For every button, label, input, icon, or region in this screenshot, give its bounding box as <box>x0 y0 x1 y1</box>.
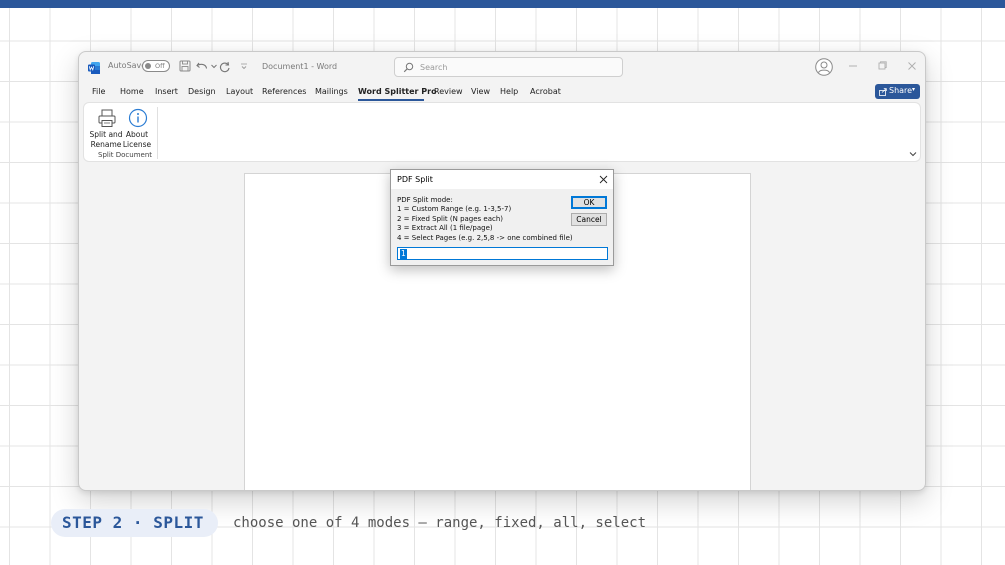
tab-word-splitter-pro[interactable]: Word Splitter Pro <box>358 87 437 96</box>
minimize-icon[interactable] <box>847 60 859 72</box>
collapse-ribbon-icon[interactable] <box>908 150 918 158</box>
autosave-toggle[interactable]: Off <box>142 60 170 72</box>
info-icon <box>128 108 148 128</box>
prompt-line: 4 = Select Pages (e.g. 2,5,8 -> one comb… <box>397 233 573 242</box>
user-avatar-icon[interactable] <box>815 58 833 76</box>
tab-review[interactable]: Review <box>434 87 463 96</box>
tab-mailings[interactable]: Mailings <box>315 87 348 96</box>
mode-input-value: 1 <box>400 249 407 259</box>
tab-home[interactable]: Home <box>120 87 144 96</box>
restore-icon[interactable] <box>876 60 888 72</box>
tab-design[interactable]: Design <box>188 87 216 96</box>
word-window: AutoSave Off Document1 - Word Search Fil… <box>78 51 926 491</box>
close-icon[interactable] <box>906 60 918 72</box>
ribbon-panel: Split and Rename About License Split Doc… <box>83 102 921 162</box>
tab-acrobat[interactable]: Acrobat <box>530 87 561 96</box>
chevron-down-icon: ▾ <box>912 86 916 93</box>
toggle-knob <box>145 63 151 69</box>
redo-icon[interactable] <box>218 59 232 73</box>
share-button[interactable]: Share ▾ <box>875 84 920 99</box>
prompt-line: 2 = Fixed Split (N pages each) <box>397 214 504 223</box>
mode-input[interactable]: 1 <box>397 247 608 260</box>
step-description: choose one of 4 modes — range, fixed, al… <box>233 515 647 531</box>
search-placeholder: Search <box>420 63 448 72</box>
about-license-button[interactable]: About License <box>120 106 154 149</box>
active-tab-indicator <box>358 99 424 101</box>
tab-insert[interactable]: Insert <box>155 87 178 96</box>
prompt-line: 3 = Extract All (1 file/page) <box>397 224 493 233</box>
tab-view[interactable]: View <box>471 87 490 96</box>
top-accent-band <box>0 0 1005 8</box>
tab-references[interactable]: References <box>262 87 306 96</box>
autosave-label: AutoSave <box>108 61 147 70</box>
split-and-rename-label: Split and Rename <box>89 130 123 149</box>
cancel-button[interactable]: Cancel <box>571 213 607 226</box>
ribbon-group-label: Split Document <box>98 151 153 159</box>
ribbon-tabs: File Home Insert Design Layout Reference… <box>79 82 925 102</box>
word-logo-icon <box>88 62 100 74</box>
save-icon[interactable] <box>178 59 192 73</box>
tab-layout[interactable]: Layout <box>226 87 253 96</box>
share-icon <box>879 88 887 96</box>
close-icon[interactable] <box>598 174 609 185</box>
autosave-state: Off <box>155 62 165 70</box>
step-badge: STEP 2 · SPLIT <box>51 509 218 537</box>
dialog-prompt: PDF Split mode: 1 = Custom Range (e.g. 1… <box>397 196 573 243</box>
share-label: Share <box>889 86 913 95</box>
tab-file[interactable]: File <box>92 87 105 96</box>
ok-button[interactable]: OK <box>571 196 607 209</box>
customize-toolbar-icon[interactable] <box>237 59 251 73</box>
pdf-split-dialog: PDF Split PDF Split mode: 1 = Custom Ran… <box>390 169 614 266</box>
tab-help[interactable]: Help <box>500 87 518 96</box>
split-and-rename-button[interactable]: Split and Rename <box>89 106 123 149</box>
dialog-title: PDF Split <box>397 175 433 184</box>
search-icon <box>403 62 414 73</box>
about-license-label: About License <box>122 130 152 149</box>
title-bar: AutoSave Off Document1 - Word Search <box>79 52 925 82</box>
document-title: Document1 - Word <box>262 62 338 71</box>
dialog-title-bar: PDF Split <box>391 170 613 189</box>
printer-icon <box>98 109 116 127</box>
ribbon-group-separator <box>157 107 158 159</box>
prompt-line: 1 = Custom Range (e.g. 1-3,5-7) <box>397 205 512 214</box>
prompt-line: PDF Split mode: <box>397 196 453 204</box>
search-box[interactable]: Search <box>394 57 623 77</box>
